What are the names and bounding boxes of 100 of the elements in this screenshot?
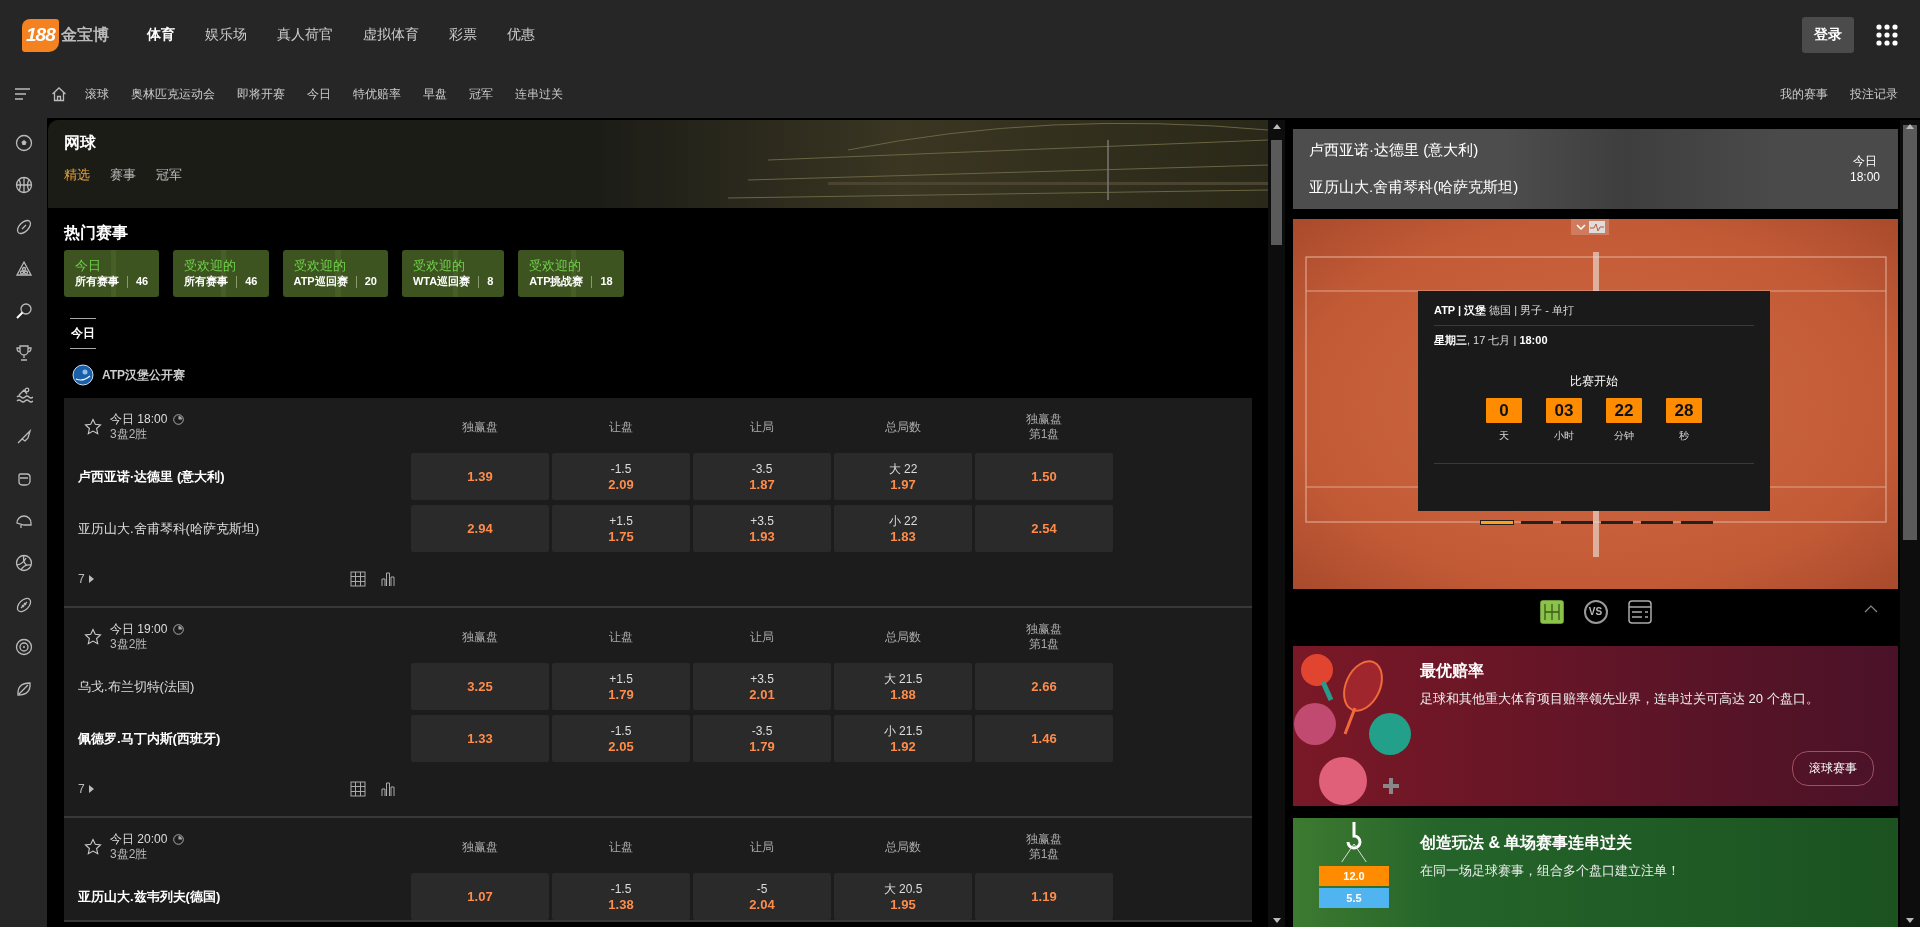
football-icon[interactable] [14, 596, 33, 614]
hot-event-label: WTA巡回赛 [412, 274, 471, 289]
nav-item[interactable]: 彩票 [448, 26, 477, 44]
hot-event-count: 46 [136, 274, 149, 289]
odds-button[interactable]: 2.54 [975, 505, 1113, 552]
nav-item[interactable]: 虚拟体育 [362, 26, 419, 44]
soccer-ball-icon[interactable] [14, 134, 33, 152]
subnav-link[interactable]: 冠军 [469, 85, 493, 103]
menu-icon[interactable] [15, 88, 30, 100]
countdown-value: 28 [1666, 398, 1702, 423]
racket-icon[interactable] [14, 302, 33, 320]
subnav-link[interactable]: 早盘 [423, 85, 447, 103]
hot-event-button[interactable]: 受欢迎的 ATP挑战赛 18 [518, 250, 624, 297]
hot-event-group: 受欢迎的 [412, 258, 494, 274]
odds-button[interactable]: +3.5 2.01 [693, 663, 831, 710]
nav-item[interactable]: 真人荷官 [276, 26, 333, 44]
odds-button[interactable]: 1.33 [411, 715, 549, 762]
odds-button[interactable]: 大 20.5 1.95 [834, 873, 972, 920]
star-icon[interactable] [84, 628, 102, 646]
home-icon[interactable] [51, 86, 67, 102]
countdown-unit: 天 [1499, 429, 1509, 443]
chart-icon[interactable] [1589, 221, 1605, 233]
odds-button[interactable]: -1.5 2.05 [552, 715, 690, 762]
helmet-icon[interactable] [14, 512, 33, 530]
odds-button[interactable]: 1.19 [975, 873, 1113, 920]
versus-button[interactable]: VS [1583, 599, 1608, 624]
nav-item[interactable]: 优惠 [506, 26, 535, 44]
triangle-balls-icon[interactable] [14, 260, 33, 278]
subnav-link[interactable]: 我的赛事 [1780, 85, 1828, 103]
odds-button[interactable]: 3.25 [411, 663, 549, 710]
market-header: 让盘 [608, 839, 634, 855]
team-name: 亚历山大.舍甫琴科(哈萨克斯坦) [1309, 178, 1520, 197]
star-icon[interactable] [84, 418, 102, 436]
chevron-down-icon[interactable] [1575, 221, 1587, 233]
odds-button[interactable]: 2.66 [975, 663, 1113, 710]
market-subheader: 第1盘 [1027, 847, 1061, 862]
odds-button[interactable]: -1.5 1.38 [552, 873, 690, 920]
swimmer-icon[interactable] [14, 386, 33, 404]
countdown-title: 比赛开始 [1569, 373, 1619, 390]
subnav-link[interactable]: 特优赔率 [353, 85, 401, 103]
odds-button[interactable]: 大 21.5 1.88 [834, 663, 972, 710]
odds-button[interactable]: 1.46 [975, 715, 1113, 762]
bar-chart-icon[interactable] [380, 781, 396, 797]
nav-item[interactable]: 体育 [146, 26, 175, 44]
hot-event-label: ATP巡回赛 [293, 274, 348, 289]
odds-button[interactable]: -3.5 1.79 [693, 715, 831, 762]
apps-grid-icon[interactable] [1876, 24, 1898, 46]
subnav-link[interactable]: 投注记录 [1850, 85, 1898, 103]
collapse-icon[interactable] [1864, 605, 1878, 613]
odds-button[interactable]: 1.07 [411, 873, 549, 920]
team-name: 卢西亚诺·达德里 (意大利) [1309, 141, 1480, 160]
promo-button[interactable]: 滚球赛事 [1792, 751, 1874, 786]
odds-button[interactable]: 小 21.5 1.92 [834, 715, 972, 762]
odds-button[interactable]: 1.50 [975, 453, 1113, 500]
odds-button[interactable]: -5 2.04 [693, 873, 831, 920]
sport-tab[interactable]: 冠军 [156, 166, 182, 184]
target-icon[interactable] [14, 638, 33, 656]
subnav-link[interactable]: 即将开赛 [237, 85, 285, 103]
odds-button[interactable]: -1.5 2.09 [552, 453, 690, 500]
hot-event-button[interactable]: 受欢迎的 ATP巡回赛 20 [282, 250, 388, 297]
basketball-icon[interactable] [14, 176, 33, 194]
court-view-icon[interactable] [1539, 599, 1564, 624]
volleyball-icon[interactable] [14, 554, 33, 572]
scoreboard-icon[interactable] [350, 571, 366, 587]
nav-item[interactable]: 娱乐场 [204, 26, 247, 44]
scrollbar[interactable] [1268, 120, 1285, 927]
odds-button[interactable]: 2.94 [411, 505, 549, 552]
scrollbar[interactable] [1900, 120, 1920, 927]
odds-button[interactable]: 1.39 [411, 453, 549, 500]
odds-button[interactable]: -3.5 1.87 [693, 453, 831, 500]
subnav-link[interactable]: 滚球 [85, 85, 109, 103]
team-name: 乌戈.布兰切特(法国) [78, 677, 196, 696]
odds-button[interactable]: 小 22 1.83 [834, 505, 972, 552]
odds-button[interactable]: +1.5 1.79 [552, 663, 690, 710]
countdown-value: 0 [1486, 398, 1522, 423]
hot-event-button[interactable]: 受欢迎的 所有赛事 46 [173, 250, 269, 297]
more-markets-link[interactable]: 7 [78, 572, 94, 586]
subnav-link[interactable]: 奥林匹克运动会 [131, 85, 215, 103]
sport-tab[interactable]: 精选 [64, 166, 90, 184]
market-header: 让局 [749, 629, 775, 645]
bar-chart-icon[interactable] [380, 571, 396, 587]
subnav-link[interactable]: 连串过关 [515, 85, 563, 103]
trophy-icon[interactable] [14, 344, 33, 362]
logo-text[interactable]: 金宝博 [60, 24, 109, 46]
match-time: 18:00 [1849, 169, 1880, 185]
star-icon[interactable] [84, 838, 102, 856]
subnav-link[interactable]: 今日 [307, 85, 331, 103]
hot-event-button[interactable]: 受欢迎的 WTA巡回赛 8 [401, 250, 505, 297]
hot-event-button[interactable]: 今日 所有赛事 46 [64, 250, 160, 297]
sport-tab[interactable]: 赛事 [110, 166, 136, 184]
odds-button[interactable]: +3.5 1.93 [693, 505, 831, 552]
odds-button[interactable]: 大 22 1.97 [834, 453, 972, 500]
scoreboard-icon[interactable] [350, 781, 366, 797]
login-button[interactable]: 登录 [1802, 17, 1854, 53]
date-tab[interactable]: 今日 [70, 318, 96, 349]
promo-title: 创造玩法 & 单场赛事连串过关 [1420, 833, 1634, 853]
odds-button[interactable]: +1.5 1.75 [552, 505, 690, 552]
rugby-ball-icon[interactable] [14, 218, 33, 236]
list-view-icon[interactable] [1627, 599, 1652, 624]
more-markets-link[interactable]: 7 [78, 782, 94, 796]
